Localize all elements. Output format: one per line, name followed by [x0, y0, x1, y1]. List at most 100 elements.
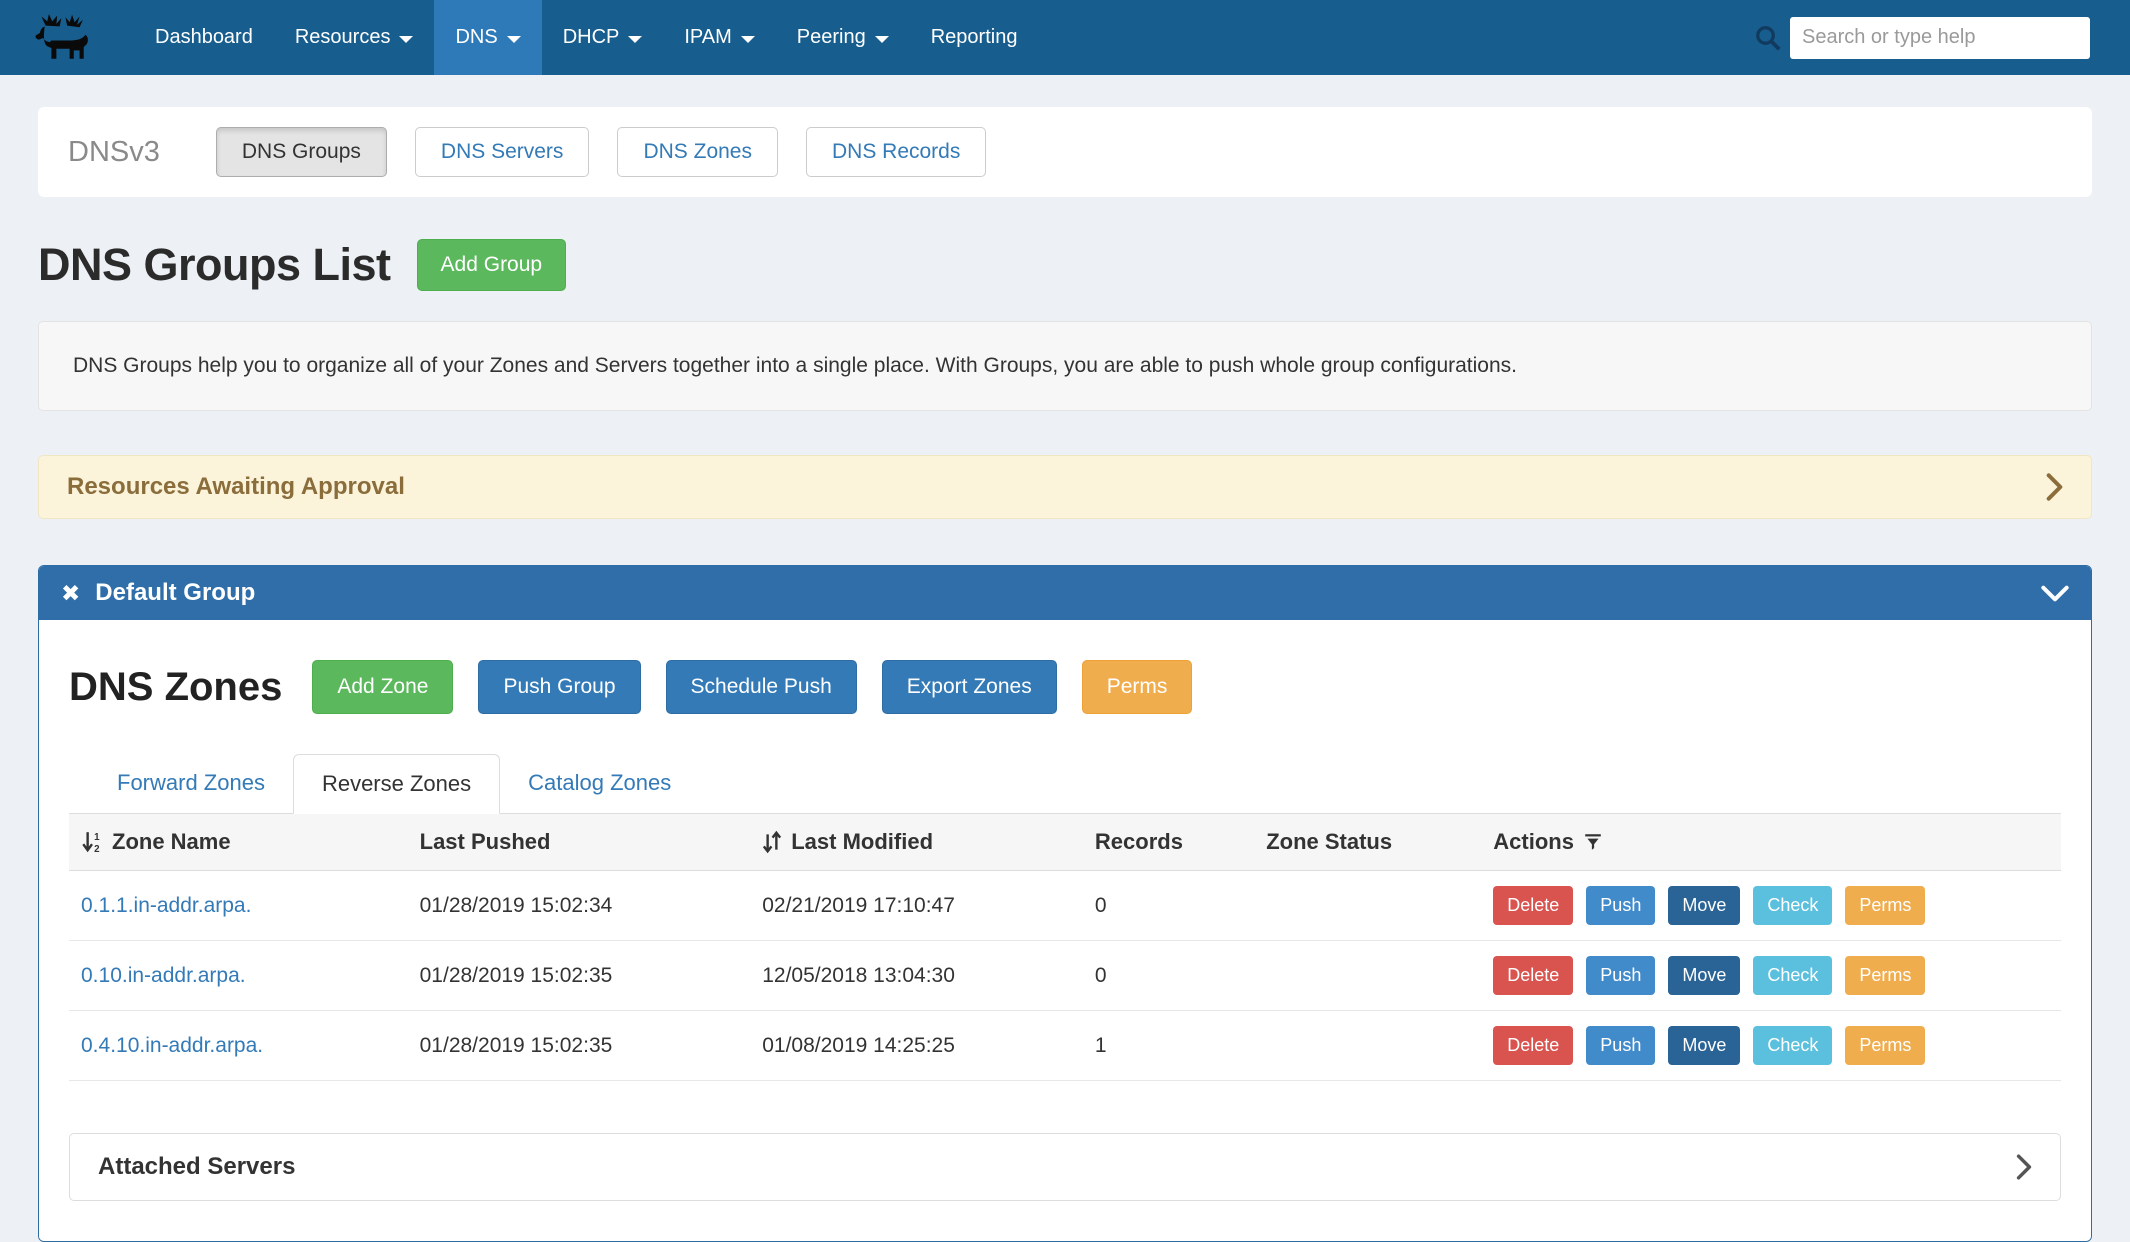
last-modified-cell: 12/05/2018 13:04:30: [750, 964, 1083, 988]
nav-dhcp[interactable]: DHCP: [542, 0, 664, 75]
table-row: 0.4.10.in-addr.arpa. 01/28/2019 15:02:35…: [69, 1011, 2061, 1081]
resources-awaiting-approval-panel[interactable]: Resources Awaiting Approval: [38, 455, 2092, 519]
group-title: Default Group: [95, 579, 255, 607]
attached-servers-panel[interactable]: Attached Servers: [69, 1133, 2061, 1201]
sort-numeric-icon: 1 2: [81, 830, 103, 854]
push-group-button[interactable]: Push Group: [478, 660, 640, 714]
dnsv3-label: DNSv3: [68, 136, 160, 169]
chevron-right-icon[interactable]: [2016, 1154, 2032, 1180]
schedule-push-button[interactable]: Schedule Push: [666, 660, 857, 714]
last-pushed-cell: 01/28/2019 15:02:35: [408, 964, 751, 988]
page-title: DNS Groups List: [38, 239, 391, 291]
zone-status-header[interactable]: Zone Status: [1254, 829, 1481, 855]
zones-table-header: 1 2 Zone Name Last Pushed Last Modified: [69, 814, 2061, 871]
subnav-dns-records-button[interactable]: DNS Records: [806, 127, 986, 177]
subnav-dns-servers-button[interactable]: DNS Servers: [415, 127, 590, 177]
last-pushed-cell: 01/28/2019 15:02:34: [408, 894, 751, 918]
caret-down-icon: [741, 36, 755, 43]
nav-ipam[interactable]: IPAM: [663, 0, 775, 75]
add-zone-button[interactable]: Add Zone: [312, 660, 453, 714]
search-icon: [1753, 23, 1783, 53]
actions-cell: Delete Push Move Check Perms: [1481, 1026, 2061, 1065]
subnav-dns-zones-button[interactable]: DNS Zones: [617, 127, 778, 177]
tab-reverse-zones[interactable]: Reverse Zones: [293, 754, 500, 814]
delete-button[interactable]: Delete: [1493, 886, 1573, 925]
nav-peering[interactable]: Peering: [776, 0, 910, 75]
tab-forward-zones[interactable]: Forward Zones: [89, 754, 293, 813]
last-modified-cell: 01/08/2019 14:25:25: [750, 1034, 1083, 1058]
tab-catalog-zones[interactable]: Catalog Zones: [500, 754, 699, 813]
actions-header: Actions: [1481, 829, 2061, 855]
default-group-panel: ✖ Default Group DNS Zones Add Zone Push …: [38, 565, 2092, 1242]
page-header: DNS Groups List Add Group: [38, 239, 2092, 291]
perms-row-button[interactable]: Perms: [1845, 1026, 1925, 1065]
caret-down-icon: [399, 36, 413, 43]
move-button[interactable]: Move: [1668, 956, 1740, 995]
records-cell: 1: [1083, 1034, 1254, 1058]
zone-link[interactable]: 0.10.in-addr.arpa.: [81, 964, 246, 988]
last-pushed-header[interactable]: Last Pushed: [408, 829, 751, 855]
delete-button[interactable]: Delete: [1493, 956, 1573, 995]
group-panel-body: DNS Zones Add Zone Push Group Schedule P…: [39, 620, 2091, 1241]
sort-icon: [762, 830, 782, 854]
dns-zones-title: DNS Zones: [69, 665, 282, 710]
main-nav: Dashboard Resources DNS DHCP IPAM Peerin…: [134, 0, 1038, 75]
check-button[interactable]: Check: [1753, 1026, 1832, 1065]
perms-row-button[interactable]: Perms: [1845, 886, 1925, 925]
perms-row-button[interactable]: Perms: [1845, 956, 1925, 995]
zone-link[interactable]: 0.1.1.in-addr.arpa.: [81, 894, 251, 918]
zone-name-cell: 0.4.10.in-addr.arpa.: [69, 1034, 408, 1058]
page-description: DNS Groups help you to organize all of y…: [38, 321, 2092, 411]
chevron-down-icon[interactable]: [2041, 585, 2069, 602]
search-input[interactable]: [1790, 17, 2090, 59]
attached-servers-title: Attached Servers: [98, 1153, 295, 1181]
zone-tabs: Forward Zones Reverse Zones Catalog Zone…: [69, 754, 2061, 814]
actions-cell: Delete Push Move Check Perms: [1481, 956, 2061, 995]
perms-button[interactable]: Perms: [1082, 660, 1193, 714]
move-button[interactable]: Move: [1668, 1026, 1740, 1065]
push-button[interactable]: Push: [1586, 956, 1655, 995]
nav-dashboard[interactable]: Dashboard: [134, 0, 274, 75]
records-header[interactable]: Records: [1083, 829, 1254, 855]
filter-icon[interactable]: [1583, 832, 1603, 852]
push-button[interactable]: Push: [1586, 1026, 1655, 1065]
default-group-header[interactable]: ✖ Default Group: [39, 566, 2091, 620]
svg-text:1: 1: [94, 832, 100, 843]
nav-resources[interactable]: Resources: [274, 0, 435, 75]
global-search: [1753, 17, 2090, 59]
add-group-button[interactable]: Add Group: [417, 239, 567, 291]
zone-name-cell: 0.10.in-addr.arpa.: [69, 964, 408, 988]
subnav-dns-groups-button[interactable]: DNS Groups: [216, 127, 387, 177]
delete-button[interactable]: Delete: [1493, 1026, 1573, 1065]
nav-reporting[interactable]: Reporting: [910, 0, 1039, 75]
table-row: 0.10.in-addr.arpa. 01/28/2019 15:02:35 1…: [69, 941, 2061, 1011]
caret-down-icon: [628, 36, 642, 43]
move-button[interactable]: Move: [1668, 886, 1740, 925]
last-pushed-cell: 01/28/2019 15:02:35: [408, 1034, 751, 1058]
close-icon[interactable]: ✖: [61, 580, 80, 607]
svg-text:2: 2: [94, 844, 100, 854]
approval-title: Resources Awaiting Approval: [67, 473, 405, 501]
actions-cell: Delete Push Move Check Perms: [1481, 886, 2061, 925]
nav-dns[interactable]: DNS: [434, 0, 541, 75]
table-row: 0.1.1.in-addr.arpa. 01/28/2019 15:02:34 …: [69, 871, 2061, 941]
last-modified-header[interactable]: Last Modified: [750, 829, 1083, 855]
export-zones-button[interactable]: Export Zones: [882, 660, 1057, 714]
top-navbar: Dashboard Resources DNS DHCP IPAM Peerin…: [0, 0, 2130, 75]
chevron-right-icon[interactable]: [2046, 473, 2063, 501]
moose-logo[interactable]: [34, 12, 92, 64]
check-button[interactable]: Check: [1753, 886, 1832, 925]
zone-name-cell: 0.1.1.in-addr.arpa.: [69, 894, 408, 918]
zone-link[interactable]: 0.4.10.in-addr.arpa.: [81, 1034, 263, 1058]
records-cell: 0: [1083, 964, 1254, 988]
zone-name-header[interactable]: 1 2 Zone Name: [69, 829, 408, 855]
push-button[interactable]: Push: [1586, 886, 1655, 925]
dns-zones-toolbar: DNS Zones Add Zone Push Group Schedule P…: [69, 660, 2061, 714]
moose-icon: [34, 12, 92, 64]
caret-down-icon: [507, 36, 521, 43]
records-cell: 0: [1083, 894, 1254, 918]
caret-down-icon: [875, 36, 889, 43]
check-button[interactable]: Check: [1753, 956, 1832, 995]
last-modified-cell: 02/21/2019 17:10:47: [750, 894, 1083, 918]
dnsv3-subnav: DNSv3 DNS Groups DNS Servers DNS Zones D…: [38, 107, 2092, 197]
